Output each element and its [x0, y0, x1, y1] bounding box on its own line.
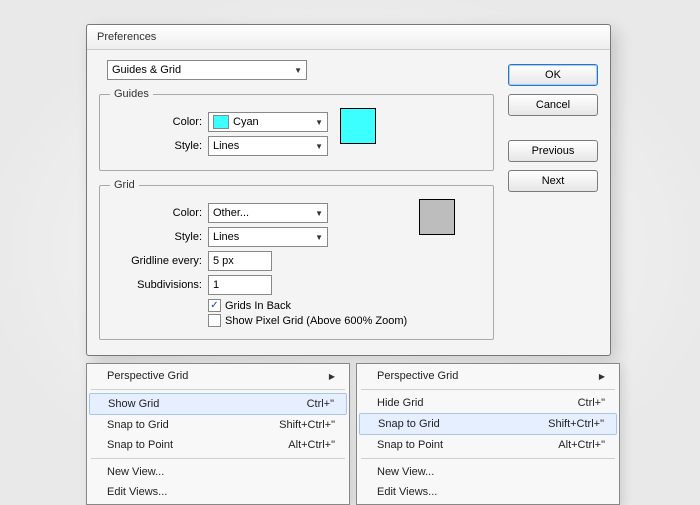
chevron-down-icon: ▼: [315, 118, 323, 127]
grid-style-select[interactable]: Lines ▼: [208, 227, 328, 247]
show-pixel-grid-checkbox[interactable]: [208, 314, 221, 327]
menu-shortcut: Shift+Ctrl+": [279, 419, 335, 431]
guides-style-value: Lines: [213, 140, 239, 152]
grid-color-label: Color:: [110, 207, 202, 219]
view-menu-right: Perspective Grid ▶ Hide Grid Ctrl+" Snap…: [356, 363, 620, 505]
guides-color-value: Cyan: [233, 116, 259, 128]
subdivisions-input[interactable]: 1: [208, 275, 272, 295]
grid-style-value: Lines: [213, 231, 239, 243]
guides-color-swatch[interactable]: [340, 108, 376, 144]
guides-style-label: Style:: [110, 140, 202, 152]
menu-separator: [361, 458, 615, 459]
chevron-down-icon: ▼: [315, 233, 323, 242]
menu-shortcut: Ctrl+": [578, 397, 605, 409]
show-pixel-grid-label: Show Pixel Grid (Above 600% Zoom): [225, 315, 407, 327]
grid-color-swatch[interactable]: [419, 199, 455, 235]
guides-group: Guides Color: Cyan ▼: [99, 88, 494, 171]
grid-legend: Grid: [110, 179, 139, 191]
menu-item-snap-to-grid[interactable]: Snap to Grid Shift+Ctrl+": [359, 413, 617, 435]
chevron-down-icon: ▼: [315, 209, 323, 218]
menu-item-snap-to-point[interactable]: Snap to Point Alt+Ctrl+": [357, 435, 619, 455]
menu-separator: [91, 389, 345, 390]
gridline-every-label: Gridline every:: [110, 255, 202, 267]
menu-item-perspective-grid[interactable]: Perspective Grid ▶: [357, 366, 619, 386]
menu-item-snap-to-grid[interactable]: Snap to Grid Shift+Ctrl+": [87, 415, 349, 435]
gridline-every-input[interactable]: 5 px: [208, 251, 272, 271]
grid-group: Grid Color: Other... ▼ Style:: [99, 179, 494, 340]
category-value: Guides & Grid: [112, 64, 181, 76]
menu-item-perspective-grid[interactable]: Perspective Grid ▶: [87, 366, 349, 386]
chevron-down-icon: ▼: [315, 142, 323, 151]
grid-color-value: Other...: [213, 207, 249, 219]
chevron-down-icon: ▼: [294, 66, 302, 75]
next-button[interactable]: Next: [508, 170, 598, 192]
preferences-dialog: Preferences Guides & Grid ▼ Guides Color…: [86, 24, 611, 356]
grids-in-back-label: Grids In Back: [225, 300, 291, 312]
guides-legend: Guides: [110, 88, 153, 100]
menu-shortcut: Alt+Ctrl+": [558, 439, 605, 451]
menu-separator: [361, 389, 615, 390]
menu-item-show-grid[interactable]: Show Grid Ctrl+": [89, 393, 347, 415]
ok-button[interactable]: OK: [508, 64, 598, 86]
menu-item-edit-views[interactable]: Edit Views...: [87, 482, 349, 502]
grid-style-label: Style:: [110, 231, 202, 243]
category-select[interactable]: Guides & Grid ▼: [107, 60, 307, 80]
cancel-button[interactable]: Cancel: [508, 94, 598, 116]
menu-separator: [91, 458, 345, 459]
menu-item-snap-to-point[interactable]: Snap to Point Alt+Ctrl+": [87, 435, 349, 455]
grids-in-back-checkbox[interactable]: ✓: [208, 299, 221, 312]
grid-color-select[interactable]: Other... ▼: [208, 203, 328, 223]
menu-item-hide-grid[interactable]: Hide Grid Ctrl+": [357, 393, 619, 413]
menu-shortcut: Shift+Ctrl+": [548, 418, 604, 430]
menu-item-new-view[interactable]: New View...: [87, 462, 349, 482]
guides-style-select[interactable]: Lines ▼: [208, 136, 328, 156]
submenu-arrow-icon: ▶: [599, 372, 605, 381]
previous-button[interactable]: Previous: [508, 140, 598, 162]
dialog-title: Preferences: [87, 25, 610, 50]
guides-color-label: Color:: [110, 116, 202, 128]
menu-shortcut: Alt+Ctrl+": [288, 439, 335, 451]
menu-item-new-view[interactable]: New View...: [357, 462, 619, 482]
menu-item-edit-views[interactable]: Edit Views...: [357, 482, 619, 502]
menu-shortcut: Ctrl+": [307, 398, 334, 410]
guides-color-chip: [213, 115, 229, 129]
subdivisions-label: Subdivisions:: [110, 279, 202, 291]
view-menu-left: Perspective Grid ▶ Show Grid Ctrl+" Snap…: [86, 363, 350, 505]
submenu-arrow-icon: ▶: [329, 372, 335, 381]
guides-color-select[interactable]: Cyan ▼: [208, 112, 328, 132]
